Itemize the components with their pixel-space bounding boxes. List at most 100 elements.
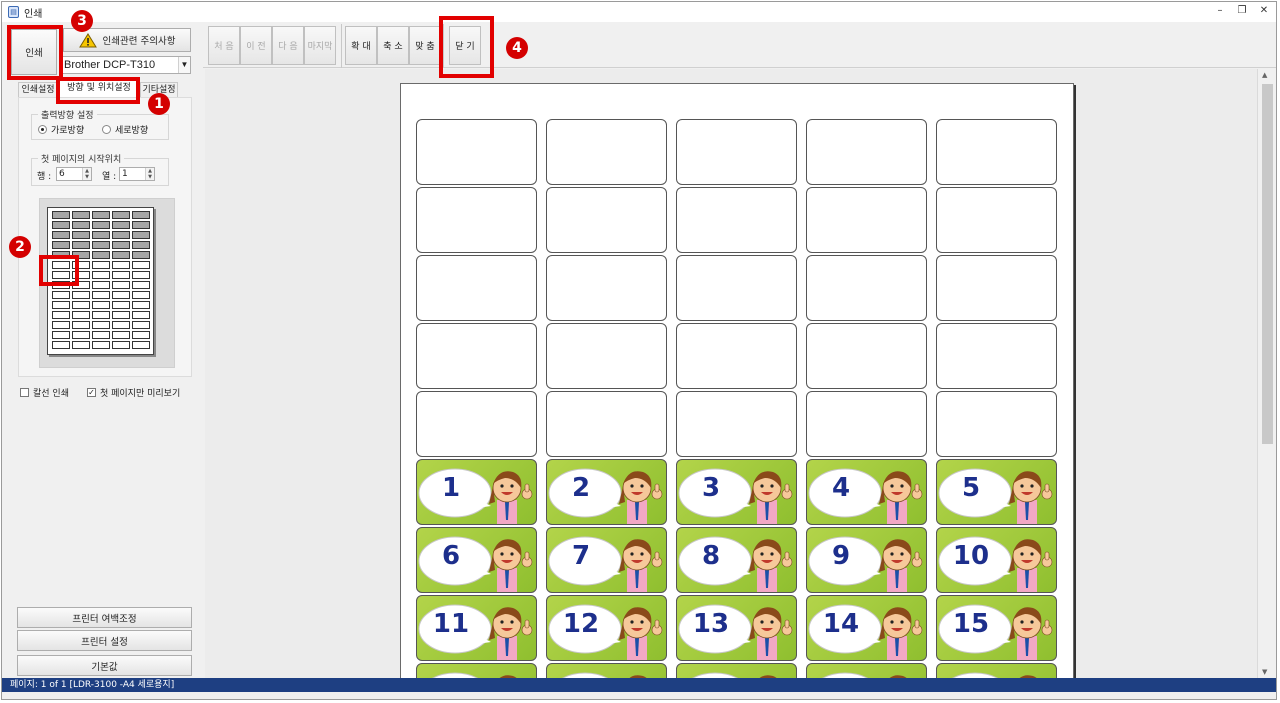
mini-cell-free[interactable] — [92, 281, 110, 289]
mini-cell-used[interactable] — [92, 251, 110, 259]
restore-icon[interactable]: ❐ — [1236, 4, 1248, 18]
mini-cell-used[interactable] — [92, 231, 110, 239]
radio-portrait[interactable]: 세로방향 — [102, 123, 148, 136]
mini-cell-free[interactable] — [112, 291, 130, 299]
checkmark-icon: ✓ — [86, 388, 96, 397]
mini-cell-used[interactable] — [52, 221, 70, 229]
mini-cell-free[interactable] — [132, 341, 150, 349]
mini-cell-used[interactable] — [112, 221, 130, 229]
mini-cell-free[interactable] — [132, 281, 150, 289]
mini-cell-free[interactable] — [72, 321, 90, 329]
mini-cell-free[interactable] — [112, 301, 130, 309]
mini-cell-used[interactable] — [112, 241, 130, 249]
label-cell-printed: 14 — [806, 595, 927, 661]
stepper-arrows-icon[interactable]: ▲ ▼ — [145, 168, 154, 180]
zoom-in-button[interactable]: 확 대 — [345, 26, 377, 65]
mini-cell-used[interactable] — [72, 241, 90, 249]
checkbox-first-page-only[interactable]: ✓ 첫 페이지만 미리보기 — [86, 386, 180, 399]
label-cell-empty — [416, 391, 537, 457]
minimize-icon[interactable]: – — [1214, 4, 1226, 18]
zoom-out-button[interactable]: 축 소 — [377, 26, 409, 65]
mini-cell-used[interactable] — [132, 251, 150, 259]
mini-cell-free[interactable] — [72, 341, 90, 349]
mini-cell-used[interactable] — [72, 231, 90, 239]
defaults-button[interactable]: 기본값 — [17, 655, 192, 676]
mini-cell-free[interactable] — [92, 261, 110, 269]
prev-page-button[interactable]: 이 전 — [240, 26, 272, 65]
stepper-arrows-icon[interactable]: ▲ ▼ — [82, 168, 91, 180]
mini-cell-free[interactable] — [92, 291, 110, 299]
printer-select-value: Brother DCP-T310 — [64, 59, 156, 71]
mini-cell-free[interactable] — [112, 311, 130, 319]
mini-cell-used[interactable] — [72, 211, 90, 219]
highlight-orientation-tab — [56, 77, 140, 104]
mini-cell-used[interactable] — [52, 211, 70, 219]
mini-cell-used[interactable] — [92, 221, 110, 229]
radio-landscape[interactable]: 가로방향 — [38, 123, 84, 136]
mini-cell-used[interactable] — [72, 221, 90, 229]
vertical-scrollbar[interactable]: ▲ ▼ — [1257, 69, 1276, 678]
label-cell-printed: 9 — [806, 527, 927, 593]
mini-cell-free[interactable] — [52, 341, 70, 349]
scroll-up-icon[interactable]: ▲ — [1262, 71, 1267, 79]
mini-cell-free[interactable] — [72, 331, 90, 339]
printer-settings-button[interactable]: 프린터 설정 — [17, 630, 192, 651]
col-value: 1 — [122, 169, 128, 179]
mini-cell-free[interactable] — [112, 321, 130, 329]
mini-cell-used[interactable] — [52, 231, 70, 239]
mini-cell-used[interactable] — [92, 241, 110, 249]
col-stepper[interactable]: 1 ▲ ▼ — [119, 167, 155, 181]
checkbox-cutline-print[interactable]: 칼선 인쇄 — [20, 386, 69, 399]
mini-cell-used[interactable] — [112, 211, 130, 219]
scroll-down-icon[interactable]: ▼ — [1262, 668, 1267, 676]
mini-cell-free[interactable] — [92, 311, 110, 319]
mini-cell-free[interactable] — [112, 271, 130, 279]
tab-page-orientation: 출력방향 설정 가로방향 세로방향 첫 페이지의 시작위치 행 : 6 ▲ ▼ 열… — [18, 97, 192, 377]
mini-cell-used[interactable] — [92, 211, 110, 219]
fit-button[interactable]: 맞 춤 — [409, 26, 441, 65]
mini-cell-free[interactable] — [92, 321, 110, 329]
mini-cell-free[interactable] — [72, 291, 90, 299]
mini-cell-free[interactable] — [112, 331, 130, 339]
close-icon[interactable]: ✕ — [1258, 4, 1270, 18]
mini-cell-used[interactable] — [132, 241, 150, 249]
mini-cell-free[interactable] — [92, 331, 110, 339]
mini-cell-free[interactable] — [132, 261, 150, 269]
next-page-button[interactable]: 다 음 — [272, 26, 304, 65]
first-page-button[interactable]: 처 음 — [208, 26, 240, 65]
mini-cell-free[interactable] — [52, 331, 70, 339]
mini-cell-free[interactable] — [112, 261, 130, 269]
label-number: 7 — [571, 541, 591, 572]
mini-cell-free[interactable] — [132, 291, 150, 299]
mini-cell-free[interactable] — [52, 291, 70, 299]
mini-cell-free[interactable] — [52, 321, 70, 329]
mini-cell-free[interactable] — [72, 301, 90, 309]
mini-cell-used[interactable] — [132, 211, 150, 219]
mini-cell-free[interactable] — [92, 301, 110, 309]
mini-cell-used[interactable] — [52, 241, 70, 249]
mini-cell-free[interactable] — [92, 341, 110, 349]
mini-cell-used[interactable] — [112, 231, 130, 239]
chevron-down-icon[interactable]: ▼ — [178, 57, 190, 73]
mini-cell-free[interactable] — [132, 331, 150, 339]
printer-select[interactable]: Brother DCP-T310 ▼ — [60, 56, 191, 74]
mini-cell-free[interactable] — [112, 341, 130, 349]
label-cell-printed: 2 — [546, 459, 667, 525]
scrollbar-thumb[interactable] — [1262, 84, 1273, 444]
mini-cell-free[interactable] — [52, 301, 70, 309]
printer-margin-button[interactable]: 프린터 여백조정 — [17, 607, 192, 628]
mini-cell-free[interactable] — [132, 311, 150, 319]
mini-cell-free[interactable] — [132, 321, 150, 329]
mini-cell-free[interactable] — [92, 271, 110, 279]
mini-cell-used[interactable] — [112, 251, 130, 259]
mini-cell-used[interactable] — [132, 221, 150, 229]
mini-cell-free[interactable] — [132, 271, 150, 279]
mini-cell-free[interactable] — [112, 281, 130, 289]
last-page-button[interactable]: 마지막 — [304, 26, 336, 65]
mini-cell-free[interactable] — [52, 311, 70, 319]
row-stepper[interactable]: 6 ▲ ▼ — [56, 167, 92, 181]
tab-print-settings[interactable]: 인쇄설정 — [18, 82, 58, 98]
mini-cell-used[interactable] — [132, 231, 150, 239]
mini-cell-free[interactable] — [132, 301, 150, 309]
mini-cell-free[interactable] — [72, 311, 90, 319]
